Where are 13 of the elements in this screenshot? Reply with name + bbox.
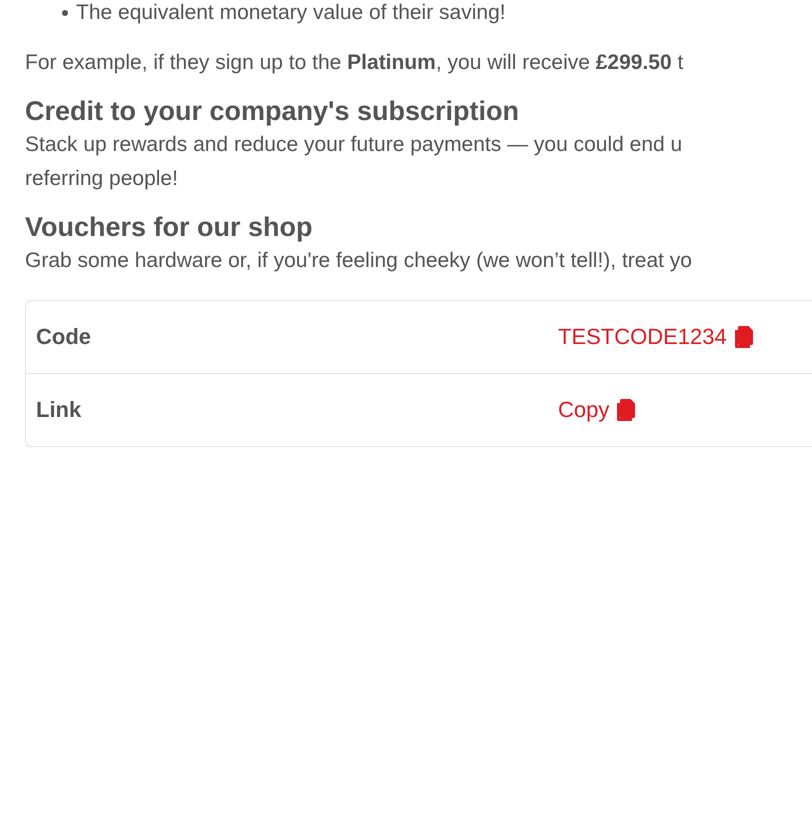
section-heading: Vouchers for our shop (25, 211, 314, 244)
copy-link[interactable]: Copy (558, 397, 636, 423)
example-text: For example, if they sign up to the Platinum, you will receive £299.50 t (25, 50, 684, 76)
section-text: Grab some hardware or, if you're feeling cheeky (we won’t tell!), treat yo (25, 248, 693, 274)
bullet-dot (62, 10, 68, 16)
row-label: Code (35, 324, 92, 350)
copy-icon (734, 326, 753, 348)
section-text: Stack up rewards and reduce your future payments — you could end u referring people! (25, 132, 684, 192)
copy-icon (617, 399, 636, 421)
copy-link[interactable]: TESTCODE1234 (558, 324, 753, 350)
row-label: Link (35, 397, 82, 423)
section-heading: Credit to your company's subscription (25, 95, 520, 128)
bullet-text: The equivalent monetary value of their saving! (76, 0, 506, 26)
